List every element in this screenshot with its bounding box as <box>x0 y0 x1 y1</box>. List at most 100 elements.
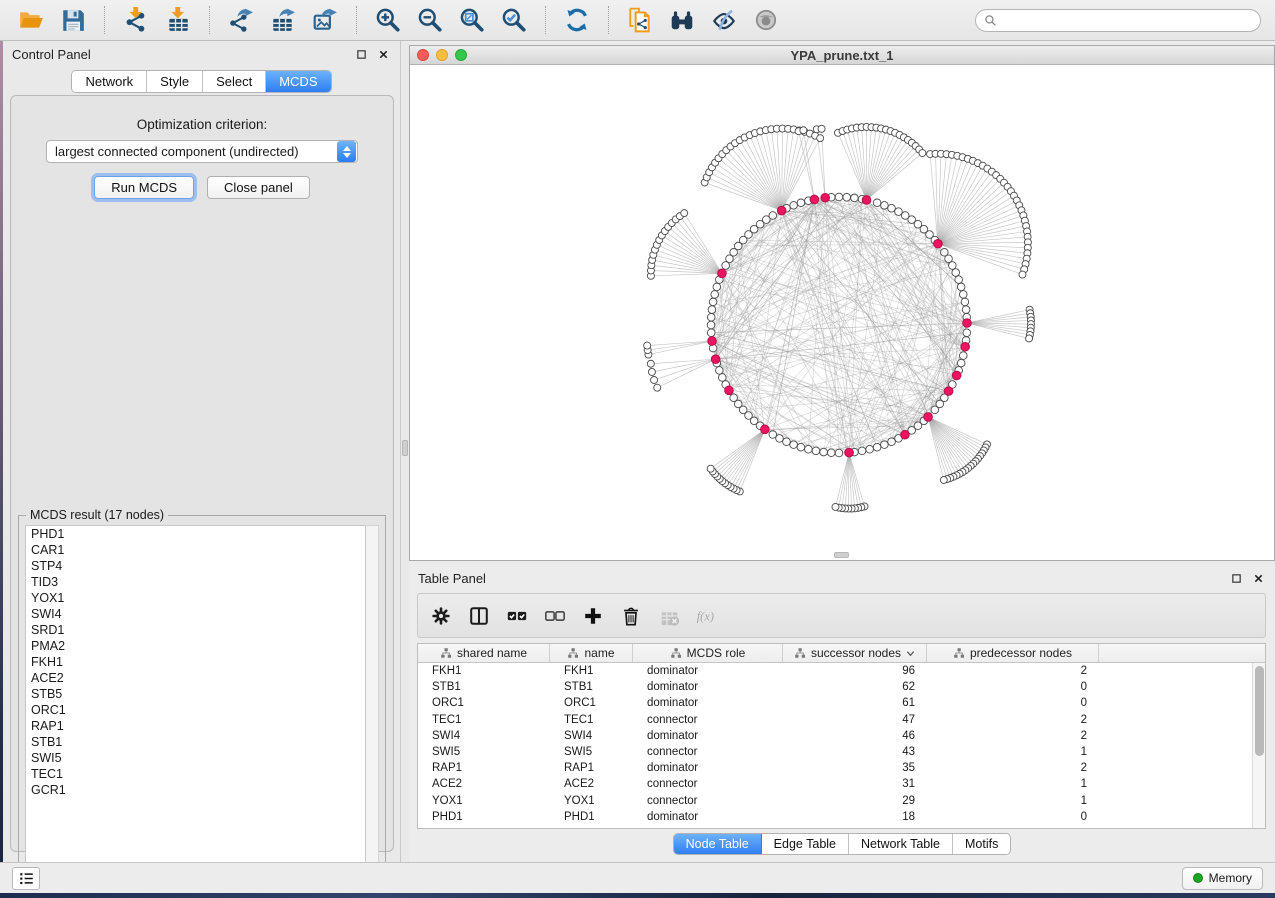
dominator-node[interactable] <box>901 430 910 439</box>
ring-node[interactable] <box>888 204 896 212</box>
delete-column-button[interactable] <box>618 603 644 629</box>
tab-select[interactable]: Select <box>203 71 266 92</box>
ring-node[interactable] <box>931 406 939 414</box>
ring-node[interactable] <box>949 262 957 270</box>
dominator-node[interactable] <box>952 371 961 380</box>
dominator-node[interactable] <box>725 386 734 395</box>
ring-node[interactable] <box>888 438 896 446</box>
mcds-result-item[interactable]: ORC1 <box>26 702 365 718</box>
show-hide-graphics-details-button[interactable] <box>709 5 739 35</box>
table-row[interactable]: SWI4SWI4dominator462 <box>418 728 1265 744</box>
mcds-result-item[interactable]: SWI4 <box>26 606 365 622</box>
table-row[interactable]: TEC1TEC1connector472 <box>418 712 1265 728</box>
ring-node[interactable] <box>835 193 843 201</box>
deselect-all-rows-button[interactable] <box>542 603 568 629</box>
ring-node[interactable] <box>955 276 963 284</box>
import-table-button[interactable] <box>163 5 193 35</box>
ring-node[interactable] <box>769 431 777 439</box>
refresh-view-button[interactable] <box>562 5 592 35</box>
ring-node[interactable] <box>952 269 960 277</box>
close-panel-button[interactable]: Close panel <box>207 176 310 199</box>
leaf-node[interactable] <box>644 342 651 349</box>
leaf-node[interactable] <box>817 135 824 142</box>
zoom-selected-button[interactable] <box>499 5 529 35</box>
tab-style[interactable]: Style <box>147 71 203 92</box>
leaf-node[interactable] <box>647 360 654 367</box>
leaf-node[interactable] <box>654 384 661 391</box>
table-row[interactable]: ORC1ORC1dominator610 <box>418 695 1265 711</box>
dominator-node[interactable] <box>718 269 727 278</box>
leaf-node[interactable] <box>818 125 825 132</box>
leaf-node[interactable] <box>919 150 926 157</box>
mcds-result-item[interactable]: TID3 <box>26 574 365 590</box>
ring-node[interactable] <box>797 199 805 207</box>
ring-node[interactable] <box>716 367 724 375</box>
import-network-button[interactable] <box>121 5 151 35</box>
table-row[interactable]: STB1STB1dominator620 <box>418 679 1265 695</box>
ring-node[interactable] <box>711 291 719 299</box>
leaf-node[interactable] <box>707 465 714 472</box>
ring-node[interactable] <box>959 291 967 299</box>
dominator-node[interactable] <box>821 193 830 202</box>
ring-node[interactable] <box>866 445 874 453</box>
ring-node[interactable] <box>769 212 777 220</box>
ring-node[interactable] <box>707 329 715 337</box>
save-session-button[interactable] <box>58 5 88 35</box>
mcds-result-item[interactable]: FKH1 <box>26 654 365 670</box>
ring-node[interactable] <box>851 194 859 202</box>
ring-node[interactable] <box>843 193 851 201</box>
node-table-scrollbar-thumb[interactable] <box>1255 666 1264 756</box>
dominator-node[interactable] <box>761 425 770 434</box>
dominator-node[interactable] <box>810 195 819 204</box>
network-window-titlebar[interactable]: YPA_prune.txt_1 <box>410 46 1274 65</box>
ring-node[interactable] <box>812 447 820 455</box>
optimization-criterion-select[interactable]: largest connected component (undirected) <box>46 140 358 163</box>
dominator-node[interactable] <box>934 239 943 248</box>
ring-node[interactable] <box>790 202 798 210</box>
ring-node[interactable] <box>961 298 969 306</box>
tab-motifs[interactable]: Motifs <box>953 834 1010 854</box>
ring-node[interactable] <box>805 445 813 453</box>
tab-edge-table[interactable]: Edge Table <box>762 834 849 854</box>
leaf-node[interactable] <box>648 368 655 375</box>
ring-node[interactable] <box>881 202 889 210</box>
vertical-splitter-grip[interactable] <box>402 440 408 456</box>
mcds-result-item[interactable]: CAR1 <box>26 542 365 558</box>
column-header-name[interactable]: name <box>550 644 633 662</box>
dominator-node[interactable] <box>711 355 720 364</box>
close-panel-icon[interactable] <box>375 46 391 62</box>
float-table-panel-icon[interactable] <box>1228 570 1244 586</box>
task-history-button[interactable] <box>12 867 40 890</box>
memory-button[interactable]: Memory <box>1182 867 1263 890</box>
new-network-from-selection-button[interactable] <box>625 5 655 35</box>
tab-node-table[interactable]: Node Table <box>674 834 762 854</box>
search-window-button[interactable] <box>667 5 697 35</box>
dominator-node[interactable] <box>963 319 972 328</box>
leaf-node[interactable] <box>800 127 807 134</box>
mcds-result-list[interactable]: PHD1CAR1STP4TID3YOX1SWI4SRD1PMA2FKH1ACE2… <box>25 525 366 880</box>
mcds-result-item[interactable]: RAP1 <box>26 718 365 734</box>
dominator-node[interactable] <box>924 413 933 422</box>
ring-node[interactable] <box>957 283 965 291</box>
dominator-node[interactable] <box>944 387 953 396</box>
mcds-result-item[interactable]: TEC1 <box>26 766 365 782</box>
table-row[interactable]: RAP1RAP1dominator352 <box>418 760 1265 776</box>
export-image-button[interactable] <box>310 5 340 35</box>
column-header-predecessor-nodes[interactable]: predecessor nodes <box>927 644 1099 662</box>
leaf-node[interactable] <box>940 476 947 483</box>
node-table-scrollbar[interactable] <box>1252 663 1265 828</box>
mcds-result-item[interactable]: STP4 <box>26 558 365 574</box>
ring-node[interactable] <box>957 359 965 367</box>
dominator-node[interactable] <box>708 337 717 346</box>
ring-node[interactable] <box>713 283 721 291</box>
column-header-successor-nodes[interactable]: successor nodes <box>783 644 927 662</box>
ring-node[interactable] <box>783 438 791 446</box>
split-panel-button[interactable] <box>466 603 492 629</box>
ring-node[interactable] <box>708 306 716 314</box>
column-header-mcds-role[interactable]: MCDS role <box>633 644 783 662</box>
mcds-result-item[interactable]: ACE2 <box>26 670 365 686</box>
mcds-result-item[interactable]: GCR1 <box>26 782 365 798</box>
open-file-button[interactable] <box>16 5 46 35</box>
network-graph[interactable] <box>410 65 1274 560</box>
table-row[interactable]: FKH1FKH1dominator962 <box>418 663 1265 679</box>
